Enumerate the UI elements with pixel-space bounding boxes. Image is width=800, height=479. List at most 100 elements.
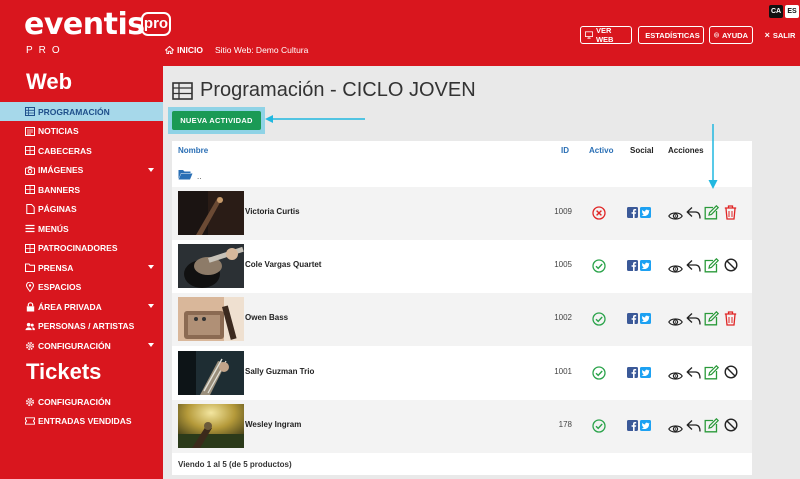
edit-icon[interactable] bbox=[704, 364, 720, 380]
monitor-icon bbox=[585, 31, 593, 39]
nueva-actividad-button[interactable]: NUEVA ACTIVIDAD bbox=[172, 111, 261, 130]
eye-icon[interactable] bbox=[668, 371, 683, 381]
sidebar-web-item-3[interactable]: IMÁGENES bbox=[0, 161, 163, 180]
estadisticas-button[interactable]: ESTADÍSTICAS bbox=[638, 26, 704, 44]
facebook-icon[interactable] bbox=[627, 419, 638, 431]
sidebar-web-item-12[interactable]: CONFIGURACIÓN bbox=[0, 336, 163, 355]
active-status-toggle[interactable] bbox=[592, 259, 606, 278]
active-status-toggle[interactable] bbox=[592, 365, 606, 385]
eye-icon[interactable] bbox=[668, 424, 683, 434]
sidebar-web-item-5[interactable]: PÁGINAS bbox=[0, 200, 163, 219]
file-icon bbox=[25, 204, 35, 214]
social-share bbox=[627, 366, 651, 378]
social-share bbox=[627, 207, 651, 218]
twitter-icon[interactable] bbox=[640, 313, 651, 325]
trash-icon[interactable] bbox=[724, 205, 737, 220]
activity-id: 1005 bbox=[554, 260, 572, 270]
ban-icon[interactable] bbox=[724, 418, 738, 432]
table-row[interactable]: Owen Bass 1002 bbox=[172, 293, 752, 347]
home-icon bbox=[165, 46, 174, 54]
parent-folder-row[interactable]: .. bbox=[178, 167, 201, 181]
edit-icon[interactable] bbox=[704, 258, 720, 273]
active-status-toggle[interactable] bbox=[592, 206, 606, 225]
ayuda-button[interactable]: AYUDA bbox=[709, 26, 753, 44]
twitter-icon[interactable] bbox=[640, 366, 651, 378]
sidebar-item-label: PATROCINADORES bbox=[38, 243, 118, 253]
twitter-icon[interactable] bbox=[640, 260, 651, 272]
activity-name[interactable]: Cole Vargas Quartet bbox=[245, 260, 321, 269]
twitter-icon[interactable] bbox=[640, 419, 651, 431]
eye-icon[interactable] bbox=[668, 317, 683, 327]
sidebar-web-item-0[interactable]: PROGRAMACIÓN bbox=[0, 102, 163, 121]
pointer-arrow-down bbox=[708, 124, 718, 189]
edit-icon[interactable] bbox=[704, 417, 720, 433]
table-row[interactable]: Wesley Ingram 178 bbox=[172, 399, 752, 453]
activity-name[interactable]: Wesley Ingram bbox=[245, 420, 301, 429]
pointer-arrow-left bbox=[265, 115, 365, 123]
sidebar-web-item-7[interactable]: PATROCINADORES bbox=[0, 239, 163, 258]
reply-icon[interactable] bbox=[686, 259, 701, 273]
reply-icon[interactable] bbox=[686, 366, 701, 380]
table-row[interactable]: Cole Vargas Quartet 1005 bbox=[172, 240, 752, 293]
eventis-logo[interactable]: eventis pro PRO bbox=[24, 8, 171, 56]
ban-icon[interactable] bbox=[724, 365, 738, 379]
sidebar-web-item-1[interactable]: NOTICIAS bbox=[0, 122, 163, 141]
breadcrumb-home[interactable]: INICIO bbox=[165, 45, 203, 55]
sidebar-web-item-2[interactable]: CABECERAS bbox=[0, 141, 163, 160]
sidebar-web-item-4[interactable]: BANNERS bbox=[0, 180, 163, 199]
eye-icon[interactable] bbox=[668, 211, 683, 221]
table-row[interactable]: Sally Guzman Trio 1001 bbox=[172, 347, 752, 400]
lock-icon bbox=[25, 301, 35, 312]
salir-button[interactable]: × SALIR bbox=[762, 26, 798, 44]
activity-thumbnail[interactable] bbox=[178, 244, 244, 289]
table-row[interactable]: Victoria Curtis 1009 bbox=[172, 187, 752, 240]
close-icon: × bbox=[764, 30, 770, 40]
column-header-id[interactable]: ID bbox=[561, 146, 569, 155]
column-header-name[interactable]: Nombre bbox=[178, 146, 208, 155]
facebook-icon[interactable] bbox=[627, 366, 638, 378]
lang-es-button[interactable]: ES bbox=[785, 5, 799, 18]
folder-icon bbox=[25, 263, 35, 273]
activity-thumbnail[interactable] bbox=[178, 350, 244, 395]
check-circle-icon[interactable] bbox=[592, 419, 606, 433]
twitter-icon[interactable] bbox=[640, 207, 651, 218]
active-status-toggle[interactable] bbox=[592, 312, 606, 331]
facebook-icon[interactable] bbox=[627, 260, 638, 272]
ban-icon[interactable] bbox=[724, 258, 738, 272]
activity-thumbnail[interactable] bbox=[178, 191, 244, 235]
check-circle-icon[interactable] bbox=[592, 365, 606, 380]
activity-thumbnail[interactable] bbox=[178, 403, 244, 448]
list-icon bbox=[25, 224, 35, 234]
activity-name[interactable]: Sally Guzman Trio bbox=[245, 367, 314, 376]
sidebar-web-item-8[interactable]: PRENSA bbox=[0, 258, 163, 277]
sidebar-web-item-10[interactable]: ÁREA PRIVADA bbox=[0, 297, 163, 316]
sidebar-tickets-item-0[interactable]: CONFIGURACIÓN bbox=[0, 392, 163, 411]
check-circle-icon[interactable] bbox=[592, 259, 606, 273]
x-circle-icon[interactable] bbox=[592, 206, 606, 220]
sidebar-web-item-11[interactable]: PERSONAS / ARTISTAS bbox=[0, 317, 163, 336]
ver-web-button[interactable]: VER WEB bbox=[580, 26, 632, 44]
column-header-active[interactable]: Activo bbox=[589, 146, 613, 155]
reply-icon[interactable] bbox=[686, 312, 701, 326]
facebook-icon[interactable] bbox=[627, 207, 638, 218]
edit-icon[interactable] bbox=[704, 311, 720, 326]
check-circle-icon[interactable] bbox=[592, 312, 606, 327]
reply-icon[interactable] bbox=[686, 419, 701, 433]
edit-icon[interactable] bbox=[704, 204, 720, 220]
trash-icon[interactable] bbox=[724, 311, 737, 327]
sidebar-web-item-9[interactable]: ESPACIOS bbox=[0, 278, 163, 297]
activity-name[interactable]: Owen Bass bbox=[245, 313, 288, 322]
chevron-down-icon bbox=[148, 265, 154, 269]
eye-icon[interactable] bbox=[668, 264, 683, 274]
activity-thumbnail[interactable] bbox=[178, 297, 244, 342]
facebook-icon[interactable] bbox=[627, 313, 638, 325]
breadcrumb-site[interactable]: Sitio Web: Demo Cultura bbox=[215, 45, 308, 55]
lang-ca-button[interactable]: CA bbox=[769, 5, 783, 18]
active-status-toggle[interactable] bbox=[592, 419, 606, 438]
logo-subtitle: PRO bbox=[26, 45, 66, 56]
sidebar-tickets-item-1[interactable]: ENTRADAS VENDIDAS bbox=[0, 412, 163, 431]
sidebar-web-item-6[interactable]: MENÚS bbox=[0, 219, 163, 238]
activity-name[interactable]: Victoria Curtis bbox=[245, 207, 300, 216]
reply-icon[interactable] bbox=[686, 206, 701, 220]
sidebar-item-label: IMÁGENES bbox=[38, 165, 84, 175]
